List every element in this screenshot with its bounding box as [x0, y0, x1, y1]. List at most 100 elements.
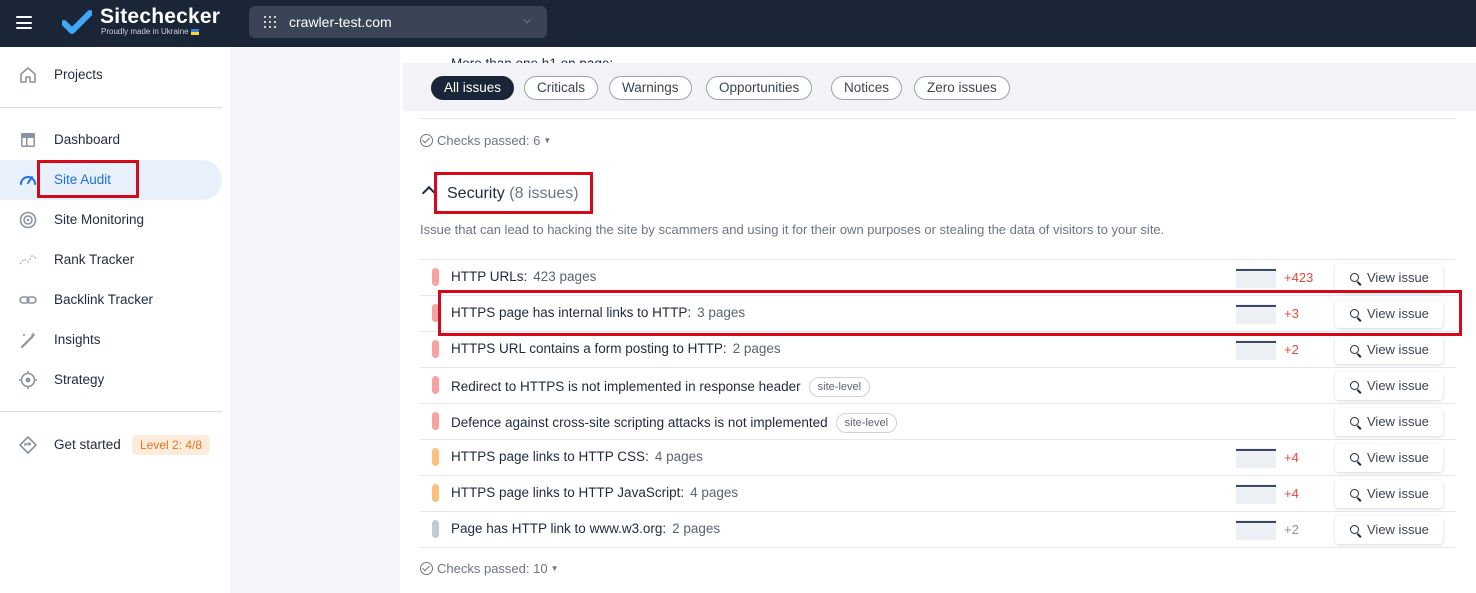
site-level-tag: site-level	[835, 413, 898, 433]
sidebar-item-site-audit[interactable]: Site Audit	[0, 160, 222, 200]
view-issue-button[interactable]: View issue	[1335, 516, 1443, 544]
search-icon	[1350, 489, 1359, 498]
divider	[0, 411, 222, 412]
issue-delta: +2	[1284, 342, 1299, 357]
chevron-down-icon: ⌵	[523, 15, 531, 26]
table-row: HTTPS page links to HTTP JavaScript: 4 pa…	[420, 476, 1456, 512]
issue-title[interactable]: HTTP URLs: 423 pages	[451, 269, 596, 284]
filter-opportunities[interactable]: Opportunities	[706, 76, 813, 100]
level-badge: Level 2: 4/8	[132, 435, 211, 455]
checks-passed-toggle[interactable]: Checks passed: 10 ▼	[420, 561, 559, 576]
sidebar-item-label: Strategy	[54, 372, 105, 387]
gauge-icon	[20, 176, 36, 185]
check-circle-icon	[420, 134, 433, 147]
view-issue-button[interactable]: View issue	[1335, 264, 1443, 292]
filter-zero-issues[interactable]: Zero issues	[914, 76, 1010, 100]
divider	[0, 107, 222, 108]
trend-sparkline	[1236, 448, 1276, 468]
sidebar-item-projects[interactable]: Projects	[0, 55, 222, 95]
search-icon	[1350, 525, 1359, 534]
view-issue-button[interactable]: View issue	[1335, 444, 1443, 472]
sidebar-item-dashboard[interactable]: Dashboard	[0, 120, 222, 160]
view-issue-button[interactable]: View issue	[1335, 300, 1443, 328]
sidebar-item-site-monitoring[interactable]: Site Monitoring	[0, 200, 222, 240]
sidebar-item-strategy[interactable]: Strategy	[0, 360, 222, 400]
table-row: Page has HTTP link to www.w3.org: 2 pages…	[420, 512, 1456, 548]
sidebar-item-insights[interactable]: Insights	[0, 320, 222, 360]
brand-name[interactable]: Sitechecker	[100, 5, 220, 29]
table-row: HTTPS page has internal links to HTTP: 3 …	[420, 296, 1456, 332]
issue-count: (8 issues)	[509, 185, 579, 202]
search-icon	[1350, 381, 1359, 390]
logo-icon[interactable]	[62, 10, 92, 36]
search-icon	[1350, 273, 1359, 282]
sidebar-item-label: Projects	[54, 67, 103, 82]
issue-delta: +4	[1284, 486, 1299, 501]
issue-title[interactable]: Defence against cross-site scripting att…	[451, 413, 898, 433]
checks-passed-label: Checks passed: 10	[437, 561, 548, 576]
filter-notices[interactable]: Notices	[831, 76, 903, 100]
signpost-icon	[19, 436, 37, 454]
section-description: Issue that can lead to hacking the site …	[420, 222, 1165, 237]
table-row: Defence against cross-site scripting att…	[420, 404, 1456, 440]
sidebar-item-label: Rank Tracker	[54, 252, 135, 267]
sidebar-item-label: Site Monitoring	[54, 212, 145, 227]
issue-title[interactable]: HTTPS page links to HTTP CSS: 4 pages	[451, 449, 703, 464]
sidebar-item-backlink-tracker[interactable]: Backlink Tracker	[0, 280, 222, 320]
project-selector[interactable]: crawler-test.com ⌵	[249, 6, 547, 38]
view-issue-button[interactable]: View issue	[1335, 408, 1443, 436]
trend-sparkline	[1236, 340, 1276, 360]
caret-down-icon: ▼	[543, 136, 552, 145]
target-icon	[19, 371, 37, 389]
brand-tagline: Proudly made in Ukraine	[101, 27, 199, 36]
dashboard-icon	[21, 133, 35, 147]
sidebar-item-rank-tracker[interactable]: Rank Tracker	[0, 240, 222, 280]
trend-sparkline	[1236, 520, 1276, 540]
table-row: HTTP URLs: 423 pages +423 View issue	[420, 260, 1456, 296]
trend-sparkline	[1236, 304, 1276, 324]
issue-title[interactable]: HTTPS page has internal links to HTTP: 3 …	[451, 305, 745, 320]
search-icon	[1350, 309, 1359, 318]
issue-title[interactable]: Page has HTTP link to www.w3.org: 2 pages	[451, 521, 720, 536]
filter-bar: All issues Criticals Warnings Opportunit…	[403, 63, 1476, 111]
checks-passed-toggle[interactable]: Checks passed: 6 ▼	[420, 133, 551, 148]
filter-criticals[interactable]: Criticals	[524, 76, 599, 100]
view-issue-button[interactable]: View issue	[1335, 372, 1443, 400]
sidebar-item-label: Get started	[54, 437, 121, 452]
issue-title[interactable]: Redirect to HTTPS is not implemented in …	[451, 377, 871, 397]
chevron-up-icon[interactable]	[421, 185, 437, 201]
issue-delta: +2	[1284, 522, 1299, 537]
checks-passed-label: Checks passed: 6	[437, 133, 541, 148]
issue-title[interactable]: HTTPS page links to HTTP JavaScript: 4 pa…	[451, 485, 738, 500]
link-icon	[19, 296, 37, 304]
caret-down-icon: ▼	[550, 564, 559, 573]
check-circle-icon	[420, 562, 433, 575]
filter-all-issues[interactable]: All issues	[431, 76, 515, 100]
table-row: Redirect to HTTPS is not implemented in …	[420, 368, 1456, 404]
issue-delta: +3	[1284, 306, 1299, 321]
project-name: crawler-test.com	[289, 14, 392, 30]
chart-line-icon	[19, 254, 37, 265]
severity-marker	[432, 412, 439, 430]
issue-delta: +423	[1284, 270, 1314, 285]
view-issue-button[interactable]: View issue	[1335, 336, 1443, 364]
section-title[interactable]: Security (8 issues)	[447, 185, 579, 203]
issue-delta: +4	[1284, 450, 1299, 465]
search-icon	[1350, 345, 1359, 354]
table-row: HTTPS URL contains a form posting to HTT…	[420, 332, 1456, 368]
sidebar: Projects Dashboard Site Audit Site Monit…	[0, 47, 230, 593]
filter-warnings[interactable]: Warnings	[609, 76, 692, 100]
home-icon	[20, 67, 36, 83]
magic-wand-icon	[20, 332, 36, 349]
view-issue-button[interactable]: View issue	[1335, 480, 1443, 508]
radar-icon	[19, 211, 37, 229]
trend-sparkline	[1236, 268, 1276, 288]
search-icon	[1350, 417, 1359, 426]
severity-marker	[432, 520, 439, 538]
severity-marker	[432, 304, 439, 322]
menu-icon[interactable]	[16, 16, 32, 29]
trend-sparkline	[1236, 484, 1276, 504]
issue-title[interactable]: HTTPS URL contains a form posting to HTT…	[451, 341, 781, 356]
search-icon	[1350, 453, 1359, 462]
sidebar-item-label: Insights	[54, 332, 101, 347]
